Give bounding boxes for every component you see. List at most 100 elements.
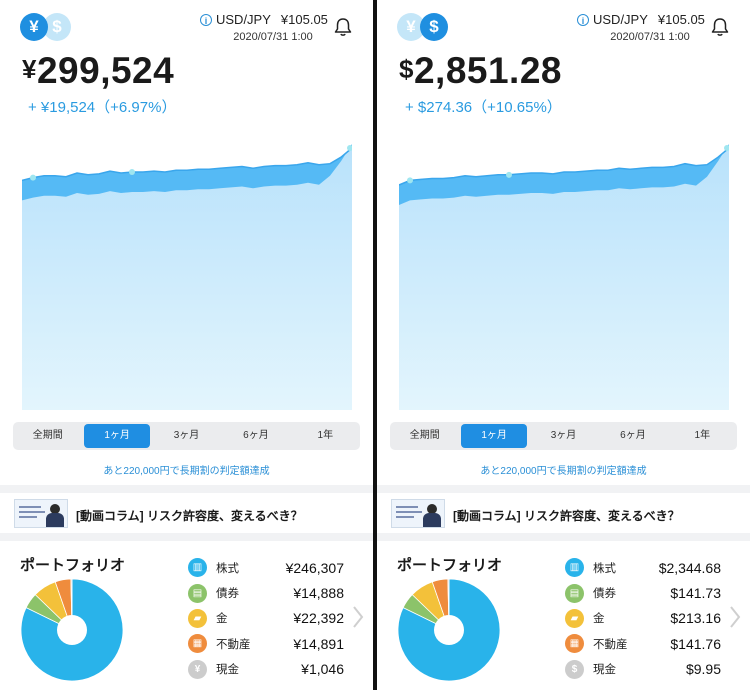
fx-rate: ¥105.05 — [280, 12, 328, 27]
fx-rate: ¥105.05 — [657, 12, 705, 27]
legend-row-bonds: ▤ 債券 $141.73 — [565, 580, 721, 605]
legend-label: 金 — [216, 613, 228, 626]
legend-label: 不動産 — [593, 638, 628, 651]
fx-date: 2020/07/31 1:00 — [610, 31, 690, 43]
column-banner[interactable]: [動画コラム] リスク許容度、変えるべき？ — [377, 493, 750, 533]
legend-row-gold: ▰ 金 ¥22,392 — [188, 606, 344, 631]
period-tab-3m[interactable]: 3ヶ月 — [531, 424, 596, 448]
info-icon: i — [200, 13, 212, 26]
legend-value: $9.95 — [685, 661, 721, 678]
period-tab-1y[interactable]: 1年 — [293, 424, 358, 448]
fx-rate-info[interactable]: i USD/JPY ¥105.05 2020/07/31 1:00 — [200, 12, 330, 43]
bell-icon[interactable] — [709, 16, 731, 38]
column-banner[interactable]: [動画コラム] リスク許容度、変えるべき？ — [0, 493, 373, 533]
chart-point — [347, 145, 352, 151]
dollar-currency-icon[interactable]: $ — [420, 13, 448, 41]
period-tab-3m[interactable]: 3ヶ月 — [154, 424, 219, 448]
long-term-discount-link[interactable]: あと220,000円で長期割の判定額達成 — [0, 462, 373, 477]
bond-certificate-icon: ▤ — [188, 583, 207, 603]
legend-row-stocks: ▥ 株式 ¥246,307 — [188, 555, 344, 580]
banner-title: [動画コラム] リスク許容度、変えるべき？ — [76, 509, 303, 523]
section-divider — [377, 485, 750, 493]
long-term-discount-link[interactable]: あと220,000円で長期割の判定額達成 — [377, 462, 750, 477]
period-tab-6m[interactable]: 6ヶ月 — [600, 424, 665, 448]
chevron-right-icon[interactable] — [729, 604, 741, 630]
legend-value: $213.16 — [670, 610, 721, 627]
legend-row-stocks: ▥ 株式 $2,344.68 — [565, 555, 721, 580]
portfolio-donut-chart[interactable] — [397, 578, 501, 682]
legend-label: 現金 — [593, 664, 616, 677]
period-tab-6m[interactable]: 6ヶ月 — [223, 424, 288, 448]
screen-jpy: ¥ $ i USD/JPY ¥105.05 2020/07/31 1:00 ¥2… — [0, 0, 373, 690]
period-tab-1y[interactable]: 1年 — [670, 424, 735, 448]
legend-row-gold: ▰ 金 $213.16 — [565, 606, 721, 631]
legend-label: 株式 — [593, 562, 616, 575]
bank-icon: ▥ — [188, 558, 207, 578]
legend-row-realestate: ▦ 不動産 ¥14,891 — [188, 631, 344, 656]
donut-hole — [57, 615, 87, 645]
asset-area-chart[interactable] — [22, 140, 352, 410]
period-selector: 全期間 1ヶ月 3ヶ月 6ヶ月 1年 — [390, 422, 737, 450]
bond-certificate-icon: ▤ — [565, 583, 584, 603]
legend-value: ¥14,888 — [293, 585, 344, 602]
legend-row-realestate: ▦ 不動産 $141.76 — [565, 631, 721, 656]
total-assets: $2,851.28 — [399, 50, 562, 92]
chevron-right-icon[interactable] — [352, 604, 364, 630]
legend-value: ¥22,392 — [293, 610, 344, 627]
currency-toggle[interactable]: ¥ $ — [20, 13, 76, 41]
fx-date: 2020/07/31 1:00 — [233, 31, 313, 43]
legend-value: $141.73 — [670, 585, 721, 602]
period-tab-1m[interactable]: 1ヶ月 — [461, 424, 527, 448]
legend-value: ¥246,307 — [285, 559, 344, 576]
fx-pair: USD/JPY — [216, 12, 271, 27]
gain-amount: + ¥19,524（+6.97%） — [28, 99, 177, 116]
gain-amount: + $274.36（+10.65%） — [405, 99, 562, 116]
period-tab-1m[interactable]: 1ヶ月 — [84, 424, 150, 448]
section-divider — [0, 485, 373, 493]
legend-label: 債券 — [216, 588, 239, 601]
legend-row-cash: $ 現金 $9.95 — [565, 657, 721, 682]
gold-bars-icon: ▰ — [565, 608, 584, 628]
period-selector: 全期間 1ヶ月 3ヶ月 6ヶ月 1年 — [13, 422, 360, 450]
period-tab-all[interactable]: 全期間 — [392, 424, 457, 448]
portfolio-legend[interactable]: ▥ 株式 $2,344.68 ▤ 債券 $141.73 ▰ 金 $213.16 … — [565, 555, 721, 682]
fx-rate-info[interactable]: i USD/JPY ¥105.05 2020/07/31 1:00 — [577, 12, 707, 43]
chart-point — [724, 145, 729, 151]
section-divider — [377, 533, 750, 541]
legend-value: ¥14,891 — [293, 635, 344, 652]
building-icon: ▦ — [565, 634, 584, 654]
total-assets: ¥299,524 — [22, 50, 174, 92]
total-amount: 2,851.28 — [413, 50, 562, 91]
portfolio-title: ポートフォリオ — [397, 557, 503, 574]
legend-row-cash: ¥ 現金 ¥1,046 — [188, 657, 344, 682]
legend-label: 株式 — [216, 562, 239, 575]
currency-symbol: $ — [399, 54, 414, 84]
legend-value: $2,344.68 — [658, 559, 721, 576]
banner-title: [動画コラム] リスク許容度、変えるべき？ — [453, 509, 680, 523]
screen-usd: ¥ $ i USD/JPY ¥105.05 2020/07/31 1:00 $2… — [377, 0, 750, 690]
legend-label: 現金 — [216, 664, 239, 677]
yen-coin-icon: ¥ — [188, 659, 207, 679]
legend-value: $141.76 — [670, 635, 721, 652]
chart-point — [30, 174, 36, 181]
gold-bars-icon: ▰ — [188, 608, 207, 628]
legend-label: 債券 — [593, 588, 616, 601]
dollar-coin-icon: $ — [565, 659, 584, 679]
legend-value: ¥1,046 — [301, 661, 344, 678]
asset-area-chart[interactable] — [399, 140, 729, 410]
section-divider — [0, 533, 373, 541]
building-icon: ▦ — [188, 634, 207, 654]
video-thumbnail — [14, 499, 68, 528]
bell-icon[interactable] — [332, 16, 354, 38]
portfolio-donut-chart[interactable] — [20, 578, 124, 682]
yen-currency-icon[interactable]: ¥ — [20, 13, 48, 41]
currency-toggle[interactable]: ¥ $ — [397, 13, 453, 41]
period-tab-all[interactable]: 全期間 — [15, 424, 80, 448]
chart-point — [129, 169, 135, 176]
total-amount: 299,524 — [36, 50, 175, 91]
legend-label: 金 — [593, 613, 605, 626]
portfolio-legend[interactable]: ▥ 株式 ¥246,307 ▤ 債券 ¥14,888 ▰ 金 ¥22,392 ▦… — [188, 555, 344, 682]
chart-point — [506, 171, 512, 178]
bank-icon: ▥ — [565, 558, 584, 578]
donut-hole — [434, 615, 464, 645]
